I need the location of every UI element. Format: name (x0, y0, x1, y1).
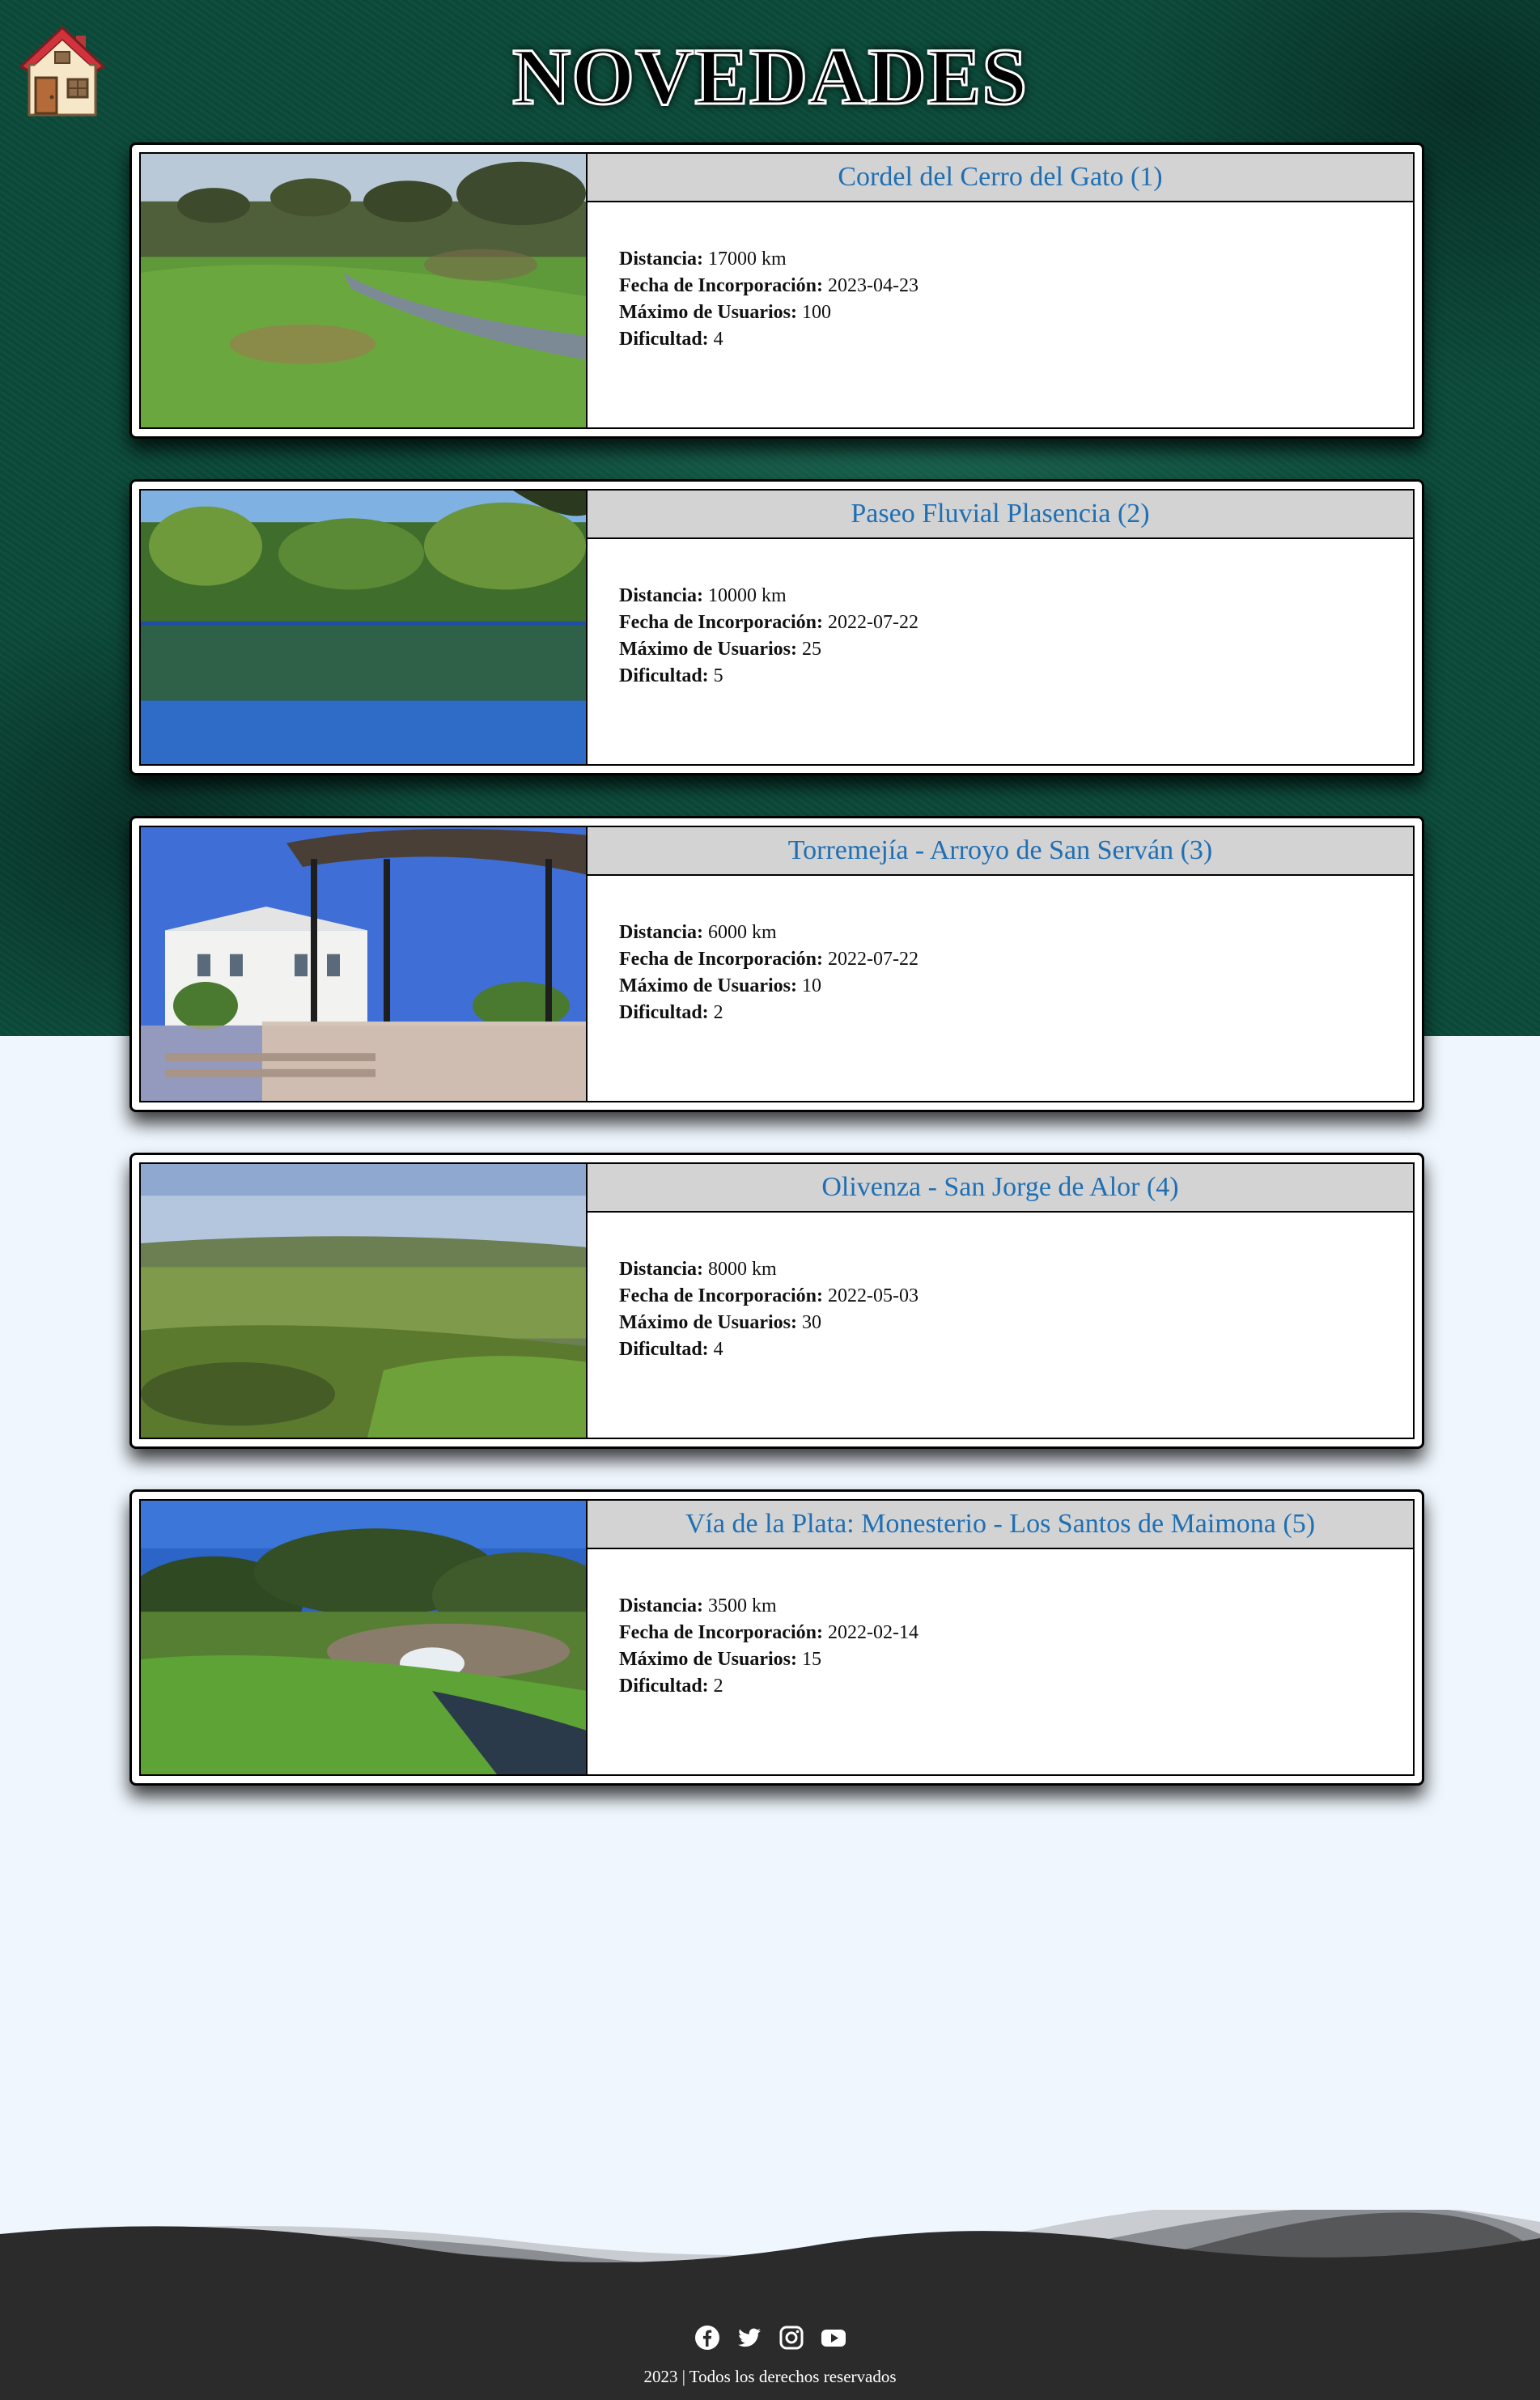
users-value: 100 (801, 302, 831, 323)
route-details: Distancia: 8000 km Fecha de Incorporació… (588, 1213, 1413, 1363)
route-card[interactable]: Vía de la Plata: Monesterio - Los Santos… (129, 1489, 1424, 1786)
route-title[interactable]: Olivenza - San Jorge de Alor (4) (588, 1164, 1413, 1213)
facebook-icon (694, 2326, 719, 2350)
page-title: NOVEDADES (511, 31, 1029, 122)
routes-list: Cordel del Cerro del Gato (1) Distancia:… (129, 142, 1424, 1826)
facebook-link[interactable] (694, 2325, 720, 2351)
difficulty-label: Dificultad: (619, 1676, 709, 1697)
route-details: Distancia: 3500 km Fecha de Incorporació… (588, 1549, 1413, 1700)
difficulty-row: Dificultad: 4 (619, 326, 1413, 353)
difficulty-label: Dificultad: (619, 329, 709, 350)
distance-value: 3500 km (708, 1595, 777, 1616)
route-title[interactable]: Vía de la Plata: Monesterio - Los Santos… (588, 1501, 1413, 1549)
route-photo (141, 827, 588, 1101)
instagram-icon (779, 2326, 803, 2350)
distance-label: Distancia: (619, 1595, 703, 1616)
users-label: Máximo de Usuarios: (619, 302, 797, 323)
users-row: Máximo de Usuarios: 15 (619, 1646, 1413, 1673)
date-row: Fecha de Incorporación: 2022-05-03 (619, 1283, 1413, 1310)
twitter-link[interactable] (736, 2325, 762, 2351)
users-row: Máximo de Usuarios: 30 (619, 1310, 1413, 1336)
users-row: Máximo de Usuarios: 100 (619, 299, 1413, 326)
route-title[interactable]: Cordel del Cerro del Gato (1) (588, 154, 1413, 202)
route-photo (141, 1501, 588, 1774)
distance-row: Distancia: 10000 km (619, 583, 1413, 610)
date-row: Fecha de Incorporación: 2022-02-14 (619, 1620, 1413, 1646)
users-value: 15 (801, 1649, 821, 1670)
difficulty-row: Dificultad: 5 (619, 663, 1413, 690)
difficulty-value: 4 (713, 1339, 723, 1360)
distance-label: Distancia: (619, 1259, 703, 1280)
date-value: 2022-02-14 (827, 1622, 918, 1643)
instagram-link[interactable] (778, 2325, 804, 2351)
distance-value: 10000 km (708, 585, 787, 606)
distance-value: 17000 km (708, 248, 787, 270)
youtube-icon (821, 2330, 846, 2347)
youtube-link[interactable] (821, 2325, 846, 2351)
distance-value: 6000 km (708, 922, 777, 943)
copyright-text: 2023 | Todos los derechos reservados (643, 2367, 897, 2386)
social-links (0, 2325, 1540, 2351)
users-label: Máximo de Usuarios: (619, 1649, 797, 1670)
route-title[interactable]: Torremejía - Arroyo de San Serván (3) (588, 827, 1413, 876)
twitter-icon (737, 2328, 761, 2347)
route-title[interactable]: Paseo Fluvial Plasencia (2) (588, 491, 1413, 539)
date-label: Fecha de Incorporación: (619, 949, 823, 970)
date-value: 2022-07-22 (827, 949, 918, 970)
difficulty-label: Dificultad: (619, 665, 709, 686)
distance-row: Distancia: 6000 km (619, 920, 1413, 946)
route-details: Distancia: 17000 km Fecha de Incorporaci… (588, 202, 1413, 353)
date-value: 2022-07-22 (827, 612, 918, 633)
date-row: Fecha de Incorporación: 2022-07-22 (619, 946, 1413, 973)
distance-label: Distancia: (619, 922, 703, 943)
users-value: 25 (801, 639, 821, 660)
difficulty-value: 4 (713, 329, 723, 350)
difficulty-row: Dificultad: 4 (619, 1336, 1413, 1363)
difficulty-value: 2 (713, 1676, 723, 1697)
users-row: Máximo de Usuarios: 10 (619, 973, 1413, 1000)
route-details: Distancia: 6000 km Fecha de Incorporació… (588, 876, 1413, 1026)
distance-label: Distancia: (619, 585, 703, 606)
route-details: Distancia: 10000 km Fecha de Incorporaci… (588, 539, 1413, 690)
difficulty-label: Dificultad: (619, 1339, 709, 1360)
distance-row: Distancia: 3500 km (619, 1593, 1413, 1620)
users-value: 10 (801, 975, 821, 996)
date-row: Fecha de Incorporación: 2022-07-22 (619, 610, 1413, 636)
users-label: Máximo de Usuarios: (619, 975, 797, 996)
users-label: Máximo de Usuarios: (619, 639, 797, 660)
distance-value: 8000 km (708, 1259, 777, 1280)
difficulty-value: 2 (713, 1002, 723, 1023)
route-card[interactable]: Torremejía - Arroyo de San Serván (3) Di… (129, 816, 1424, 1112)
route-photo (141, 1164, 588, 1438)
route-card[interactable]: Olivenza - San Jorge de Alor (4) Distanc… (129, 1153, 1424, 1449)
date-label: Fecha de Incorporación: (619, 275, 823, 296)
date-value: 2022-05-03 (827, 1285, 918, 1306)
route-card[interactable]: Paseo Fluvial Plasencia (2) Distancia: 1… (129, 479, 1424, 775)
difficulty-value: 5 (713, 665, 723, 686)
users-value: 30 (801, 1312, 821, 1333)
difficulty-row: Dificultad: 2 (619, 1673, 1413, 1700)
date-value: 2023-04-23 (827, 275, 918, 296)
users-row: Máximo de Usuarios: 25 (619, 636, 1413, 663)
route-photo (141, 154, 588, 427)
date-row: Fecha de Incorporación: 2023-04-23 (619, 273, 1413, 299)
route-card[interactable]: Cordel del Cerro del Gato (1) Distancia:… (129, 142, 1424, 439)
distance-label: Distancia: (619, 248, 703, 270)
distance-row: Distancia: 17000 km (619, 246, 1413, 273)
date-label: Fecha de Incorporación: (619, 1622, 823, 1643)
date-label: Fecha de Incorporación: (619, 1285, 823, 1306)
date-label: Fecha de Incorporación: (619, 612, 823, 633)
difficulty-row: Dificultad: 2 (619, 1000, 1413, 1026)
distance-row: Distancia: 8000 km (619, 1256, 1413, 1283)
difficulty-label: Dificultad: (619, 1002, 709, 1023)
users-label: Máximo de Usuarios: (619, 1312, 797, 1333)
route-photo (141, 491, 588, 764)
